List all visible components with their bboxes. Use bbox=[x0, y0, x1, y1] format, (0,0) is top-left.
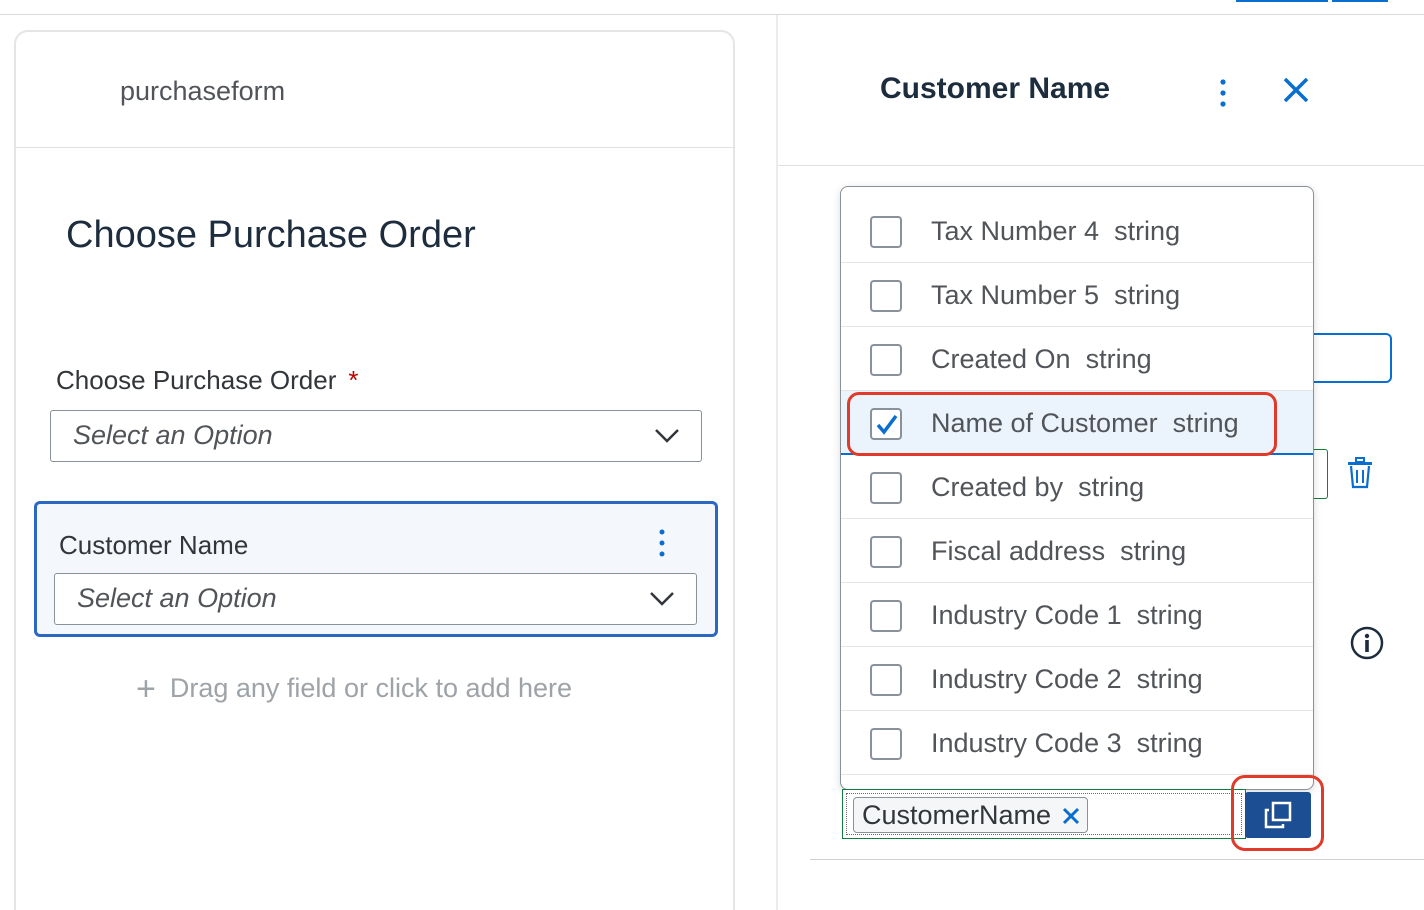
checkbox[interactable] bbox=[870, 344, 902, 376]
add-field-hint[interactable]: + Drag any field or click to add here bbox=[136, 670, 572, 709]
token-label: CustomerName bbox=[862, 800, 1052, 830]
remove-token-icon[interactable] bbox=[1061, 806, 1081, 826]
plus-icon: + bbox=[136, 670, 156, 708]
selected-item-highlight bbox=[847, 392, 1277, 456]
card-divider bbox=[16, 147, 733, 148]
dropdown-item[interactable]: Industry Code 1 string bbox=[841, 583, 1313, 647]
po-field-label: Choose Purchase Order * bbox=[56, 365, 359, 396]
dropdown-item-label: Tax Number 5 string bbox=[931, 280, 1181, 310]
token[interactable]: CustomerName bbox=[853, 797, 1089, 833]
more-options-icon[interactable] bbox=[657, 528, 667, 558]
checkbox[interactable] bbox=[870, 664, 902, 696]
top-link-underline bbox=[1332, 0, 1388, 2]
customer-select-placeholder: Select an Option bbox=[77, 583, 277, 613]
dropdown-item[interactable]: Created On string bbox=[841, 327, 1313, 391]
binding-token-input[interactable]: CustomerName bbox=[842, 789, 1246, 839]
dropdown-items: Tax Number 4 string Tax Number 5 string Cr… bbox=[841, 199, 1313, 775]
panel-separator bbox=[776, 15, 778, 910]
po-field-label-text: Choose Purchase Order bbox=[56, 365, 337, 395]
required-indicator: * bbox=[348, 365, 359, 395]
checkbox[interactable] bbox=[870, 280, 902, 312]
bottom-divider bbox=[810, 859, 1424, 860]
dropdown-item[interactable]: Industry Code 2 string bbox=[841, 647, 1313, 711]
customer-name-field-block[interactable]: Customer Name Select an Option bbox=[34, 501, 718, 637]
customer-field-label: Customer Name bbox=[59, 530, 249, 560]
dropdown-item-label: Created On string bbox=[931, 344, 1152, 374]
dropdown-item[interactable]: Tax Number 5 string bbox=[841, 263, 1313, 327]
close-icon[interactable] bbox=[1282, 76, 1310, 104]
dropdown-item-label: Industry Code 2 string bbox=[931, 664, 1203, 694]
dropdown-item-label: Industry Code 3 string bbox=[931, 728, 1203, 758]
button-highlight bbox=[1231, 775, 1324, 851]
dropdown-item-label: Tax Number 4 string bbox=[931, 216, 1181, 246]
po-select-placeholder: Select an Option bbox=[73, 420, 273, 450]
checkbox[interactable] bbox=[870, 728, 902, 760]
dropdown-item-label: Fiscal address string bbox=[931, 536, 1187, 566]
section-title: Choose Purchase Order bbox=[66, 214, 476, 256]
panel-header-divider bbox=[778, 165, 1424, 166]
chevron-down-icon[interactable] bbox=[648, 588, 676, 608]
field-dropdown-list[interactable]: Tax Number 4 string Tax Number 5 string Cr… bbox=[840, 186, 1314, 790]
top-link-underline bbox=[1236, 0, 1328, 2]
info-icon[interactable] bbox=[1350, 626, 1384, 660]
checkbox[interactable] bbox=[870, 600, 902, 632]
dropdown-item-label: Industry Code 1 string bbox=[931, 600, 1203, 630]
form-canvas: purchaseform Choose Purchase Order Choos… bbox=[14, 30, 735, 910]
dropdown-item[interactable]: Industry Code 3 string bbox=[841, 711, 1313, 775]
chevron-down-icon[interactable] bbox=[653, 425, 681, 445]
dropdown-item-label: Created by string bbox=[931, 472, 1145, 502]
dropdown-item[interactable]: Tax Number 4 string bbox=[841, 199, 1313, 263]
properties-panel-title: Customer Name bbox=[880, 72, 1111, 105]
more-options-icon[interactable] bbox=[1217, 78, 1229, 108]
customer-select[interactable]: Select an Option bbox=[54, 573, 697, 625]
po-select[interactable]: Select an Option bbox=[50, 410, 702, 462]
form-name: purchaseform bbox=[120, 76, 286, 106]
top-divider bbox=[0, 14, 1424, 15]
dropdown-item[interactable]: Created by string bbox=[841, 455, 1313, 519]
checkbox[interactable] bbox=[870, 536, 902, 568]
delete-icon[interactable] bbox=[1345, 456, 1375, 490]
checkbox[interactable] bbox=[870, 472, 902, 504]
dropdown-item[interactable]: Fiscal address string bbox=[841, 519, 1313, 583]
add-field-hint-text: Drag any field or click to add here bbox=[169, 673, 573, 703]
checkbox[interactable] bbox=[870, 216, 902, 248]
